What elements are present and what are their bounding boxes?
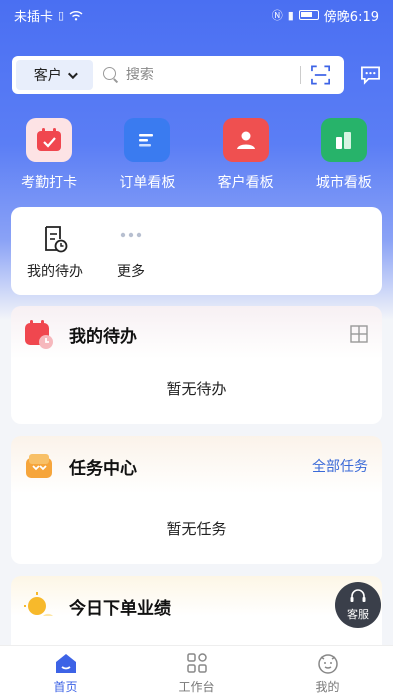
nav-home[interactable]: 首页: [21, 652, 111, 695]
city-board-icon: [320, 118, 367, 162]
task-box-icon: [26, 454, 52, 478]
sim-icon: ▯: [58, 8, 65, 22]
calendar-clock-icon: [25, 320, 53, 349]
nav-label: 工作台: [178, 679, 215, 694]
home-icon: [55, 653, 76, 673]
category-label: 客户: [33, 68, 62, 84]
message-icon[interactable]: [360, 65, 381, 85]
search-icon: [102, 67, 118, 83]
performance-card-header: 今日下单业绩: [11, 576, 382, 636]
calendar-check-icon: [26, 118, 73, 162]
customer-board-icon: [222, 118, 269, 162]
shortcuts-card: 我的待办 更多: [11, 207, 382, 295]
search-input[interactable]: [125, 67, 300, 83]
task-card-header: 任务中心 全部任务: [11, 436, 382, 496]
nav-workbench[interactable]: 工作台: [152, 652, 242, 695]
todo-doc-icon: [45, 226, 68, 253]
performance-card: 今日下单业绩: [11, 576, 382, 656]
search-row: 客户: [12, 56, 381, 94]
search-divider: [299, 66, 301, 84]
vibrate-icon: ▮: [287, 8, 294, 22]
more-dots-icon: [120, 232, 142, 238]
shortcut-label: 我的待办: [27, 264, 83, 280]
category-select[interactable]: 客户: [16, 60, 93, 90]
search-box: 客户: [12, 56, 344, 94]
nav-mine[interactable]: 我的: [283, 652, 373, 695]
shortcut-my-todo[interactable]: 我的待办: [17, 207, 93, 295]
chevron-down-icon: [67, 68, 78, 79]
empty-state: 暂无任务: [166, 520, 227, 538]
quick-action-cities[interactable]: 城市看板: [304, 118, 384, 194]
quick-action-attendance[interactable]: 考勤打卡: [9, 118, 89, 194]
customer-service-label: 客服: [347, 607, 369, 621]
quick-action-customers[interactable]: 客户看板: [206, 118, 286, 194]
empty-state: 暂无待办: [166, 380, 227, 398]
scan-icon[interactable]: [310, 65, 330, 85]
status-bar: 未插卡 ▯ Ⓝ ▮ 傍晚6:19: [0, 0, 393, 30]
carrier-label: 未插卡: [14, 9, 54, 25]
quick-action-label: 订单看板: [119, 175, 176, 191]
shortcut-label: 更多: [117, 264, 145, 280]
wifi-icon: [69, 10, 83, 20]
smiley-icon: [317, 653, 338, 674]
quick-action-orders[interactable]: 订单看板: [107, 118, 187, 194]
grid-icon: [186, 652, 207, 673]
order-board-icon: [124, 118, 171, 162]
bottom-nav: 首页 工作台 我的: [0, 645, 393, 700]
sun-icon: [24, 592, 53, 616]
quick-actions: 考勤打卡 订单看板 客户看板 城市看板: [0, 118, 393, 194]
customer-service-button[interactable]: 客服: [335, 582, 381, 628]
section-title: 我的待办: [69, 326, 137, 347]
section-title: 任务中心: [69, 458, 137, 479]
battery-icon: [298, 10, 319, 20]
task-center-card: 任务中心 全部任务 暂无任务: [11, 436, 382, 564]
all-tasks-link[interactable]: 全部任务: [312, 456, 368, 476]
todo-card: 我的待办 暂无待办: [11, 306, 382, 424]
quick-action-label: 客户看板: [217, 175, 274, 191]
quick-action-label: 城市看板: [315, 175, 372, 191]
grid-toggle-icon[interactable]: [350, 325, 368, 343]
section-title: 今日下单业绩: [69, 598, 171, 619]
shortcut-more[interactable]: 更多: [93, 207, 169, 295]
nfc-icon: Ⓝ: [271, 9, 283, 22]
clock-label: 傍晚6:19: [323, 9, 379, 25]
nav-label: 我的: [315, 679, 340, 694]
nav-label: 首页: [53, 679, 78, 694]
todo-card-header: 我的待办: [11, 306, 382, 362]
headset-icon: [350, 588, 366, 602]
quick-action-label: 考勤打卡: [21, 175, 78, 191]
